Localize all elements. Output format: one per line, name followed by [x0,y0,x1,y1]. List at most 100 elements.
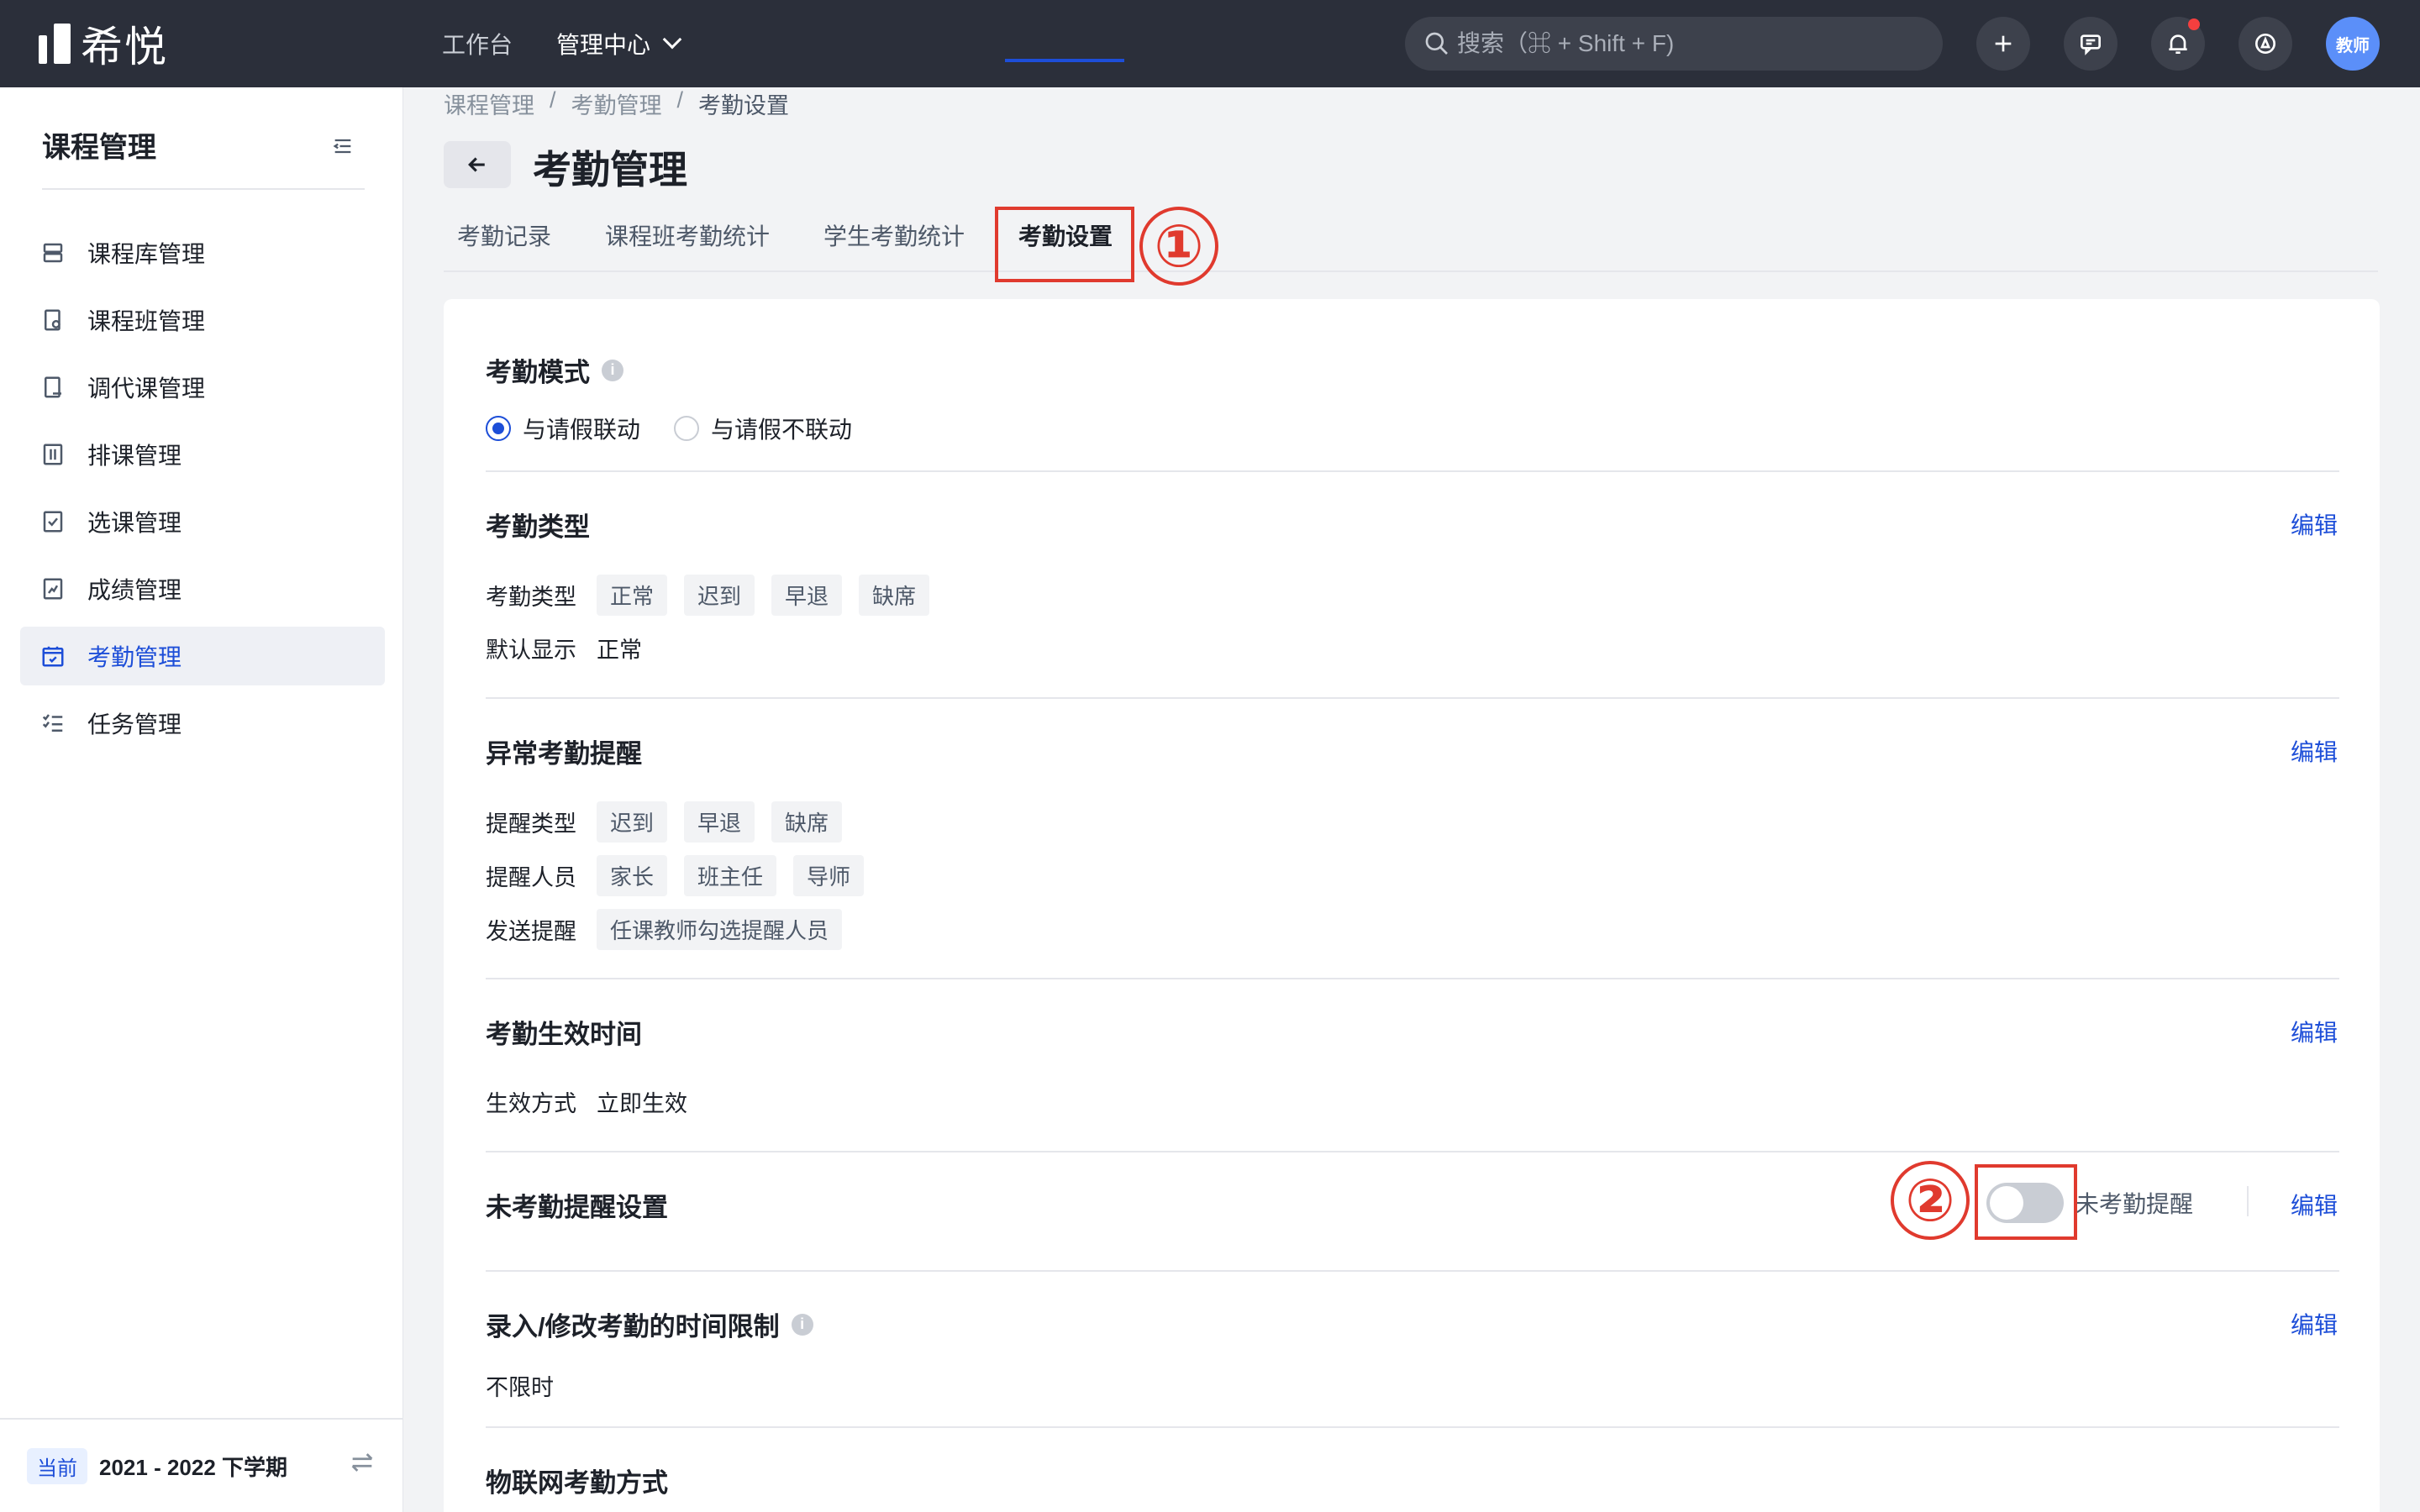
tag: 任课教师勾选提醒人员 [597,909,843,950]
sidebar-item-label: 任务管理 [87,711,182,738]
edit-effective-button[interactable]: 编辑 [2291,1015,2338,1048]
switch-term-icon[interactable] [348,1448,376,1477]
sidebar-item-substitution[interactable]: 调代课管理 [20,358,385,417]
attendance-mode-radio-group: 与请假联动 与请假不联动 [486,412,852,445]
tag: 早退 [771,575,843,616]
row-label: 提醒人员 [486,865,576,890]
sidebar-item-course-class[interactable]: 课程班管理 [20,291,385,349]
server-icon [43,243,63,263]
section-divider [486,1426,2339,1428]
back-button[interactable] [444,141,511,188]
section-divider [486,470,2339,472]
page-title: 考勤管理 [533,148,687,192]
row-label: 默认显示 [486,638,576,663]
row-label: 考勤类型 [486,585,576,610]
edit-reminder-button[interactable]: 编辑 [2291,1188,2338,1221]
limit-value-row: 不限时 [486,1369,554,1402]
logo-text: 希悦 [81,24,168,71]
sidebar-item-scheduling[interactable]: 排课管理 [20,425,385,484]
notifications-button[interactable] [2151,17,2205,71]
notification-dot [2188,18,2200,30]
sidebar-item-course-library[interactable]: 课程库管理 [20,223,385,282]
edit-limit-button[interactable]: 编辑 [2291,1307,2338,1341]
row-value: 正常 [597,638,642,663]
tag: 迟到 [597,801,668,843]
sidebar-item-grades[interactable]: 成绩管理 [20,559,385,618]
collapse-sidebar-icon[interactable] [331,134,355,158]
sidebar-item-label: 成绩管理 [87,577,182,603]
edit-abnormal-button[interactable]: 编辑 [2291,734,2338,768]
row-label: 生效方式 [486,1091,576,1116]
section-divider [486,1151,2339,1152]
reminder-type-row: 提醒类型 迟到 早退 缺席 [486,801,847,843]
plus-icon [1995,35,2012,52]
annotation-box-2 [1975,1164,2077,1240]
radio-unlinked-label[interactable]: 与请假不联动 [711,412,852,445]
tag: 家长 [597,855,668,896]
add-button[interactable] [1976,17,2030,71]
section-mode-title: 考勤模式 i [486,351,623,389]
nav-admin-center[interactable]: 管理中心 [556,27,682,60]
sidebar-item-tasks[interactable]: 任务管理 [20,694,385,753]
row-value: 立即生效 [597,1091,687,1116]
tag: 迟到 [684,575,755,616]
type-row: 考勤类型 正常 迟到 早退 缺席 [486,575,934,616]
search-box[interactable] [1405,17,1943,71]
effective-mode-row: 生效方式 立即生效 [486,1085,687,1118]
radio-linked-label[interactable]: 与请假联动 [523,412,640,445]
section-effective-title: 考勤生效时间 [486,1020,642,1049]
toggle-label: 未考勤提醒 [2075,1191,2194,1217]
section-title-text: 录入/修改考勤的时间限制 [486,1312,780,1341]
app-switch-button[interactable] [2238,17,2292,71]
radio-unlinked[interactable] [674,416,700,441]
tag: 正常 [597,575,668,616]
default-display-row: 默认显示 正常 [486,632,642,664]
tab-class-stats[interactable]: 课程班考勤统计 [605,218,770,252]
section-divider [486,1270,2339,1272]
avatar[interactable]: 教师 [2326,17,2380,71]
section-abnormal-title: 异常考勤提醒 [486,739,642,769]
compass-icon [2255,34,2275,54]
section-reminder-title: 未考勤提醒设置 [486,1193,668,1222]
breadcrumb-item[interactable]: 课程管理 [444,87,534,120]
schedule-icon [43,444,63,465]
breadcrumb-separator: / [676,87,684,113]
active-tab-underline [1005,59,1124,62]
messages-button[interactable] [2064,17,2118,71]
row-value: 不限时 [486,1375,554,1400]
info-icon[interactable]: i [602,359,623,381]
search-icon [1425,32,1448,55]
tag: 班主任 [684,855,777,896]
checklist-icon [43,511,63,533]
section-divider [486,697,2339,699]
breadcrumb-current: 考勤设置 [698,93,790,118]
sidebar-title: 课程管理 [42,132,156,164]
search-input[interactable] [1457,30,1928,57]
sidebar-divider [42,188,365,190]
tag: 缺席 [859,575,930,616]
sidebar-item-attendance[interactable]: 考勤管理 [20,627,385,685]
nav-admin-center-label: 管理中心 [556,32,651,58]
class-icon [45,309,60,331]
sidebar-menu: 课程库管理 课程班管理 调代课管理 排课管理 选课管理 成绩管理 考勤管理 任务… [20,223,385,761]
sidebar-item-course-selection[interactable]: 选课管理 [20,492,385,551]
nav-workbench[interactable]: 工作台 [442,27,513,60]
tab-student-stats[interactable]: 学生考勤统计 [823,218,965,252]
tag: 缺席 [771,801,843,843]
row-label: 提醒类型 [486,811,576,837]
app-logo[interactable]: 希悦 [39,22,168,71]
bell-icon [2169,34,2187,54]
breadcrumb-item[interactable]: 考勤管理 [571,87,662,120]
tab-attendance-records[interactable]: 考勤记录 [457,218,551,252]
sidebar-item-label: 课程库管理 [87,241,206,267]
sidebar-item-label: 排课管理 [87,443,182,469]
edit-type-button[interactable]: 编辑 [2291,507,2338,541]
info-icon[interactable]: i [791,1313,813,1336]
tag: 导师 [793,855,865,896]
radio-linked[interactable] [486,416,511,441]
logo-mark-icon [39,24,71,64]
sidebar-footer-divider [0,1418,403,1420]
sidebar-item-label: 选课管理 [87,510,182,536]
reminder-people-row: 提醒人员 家长 班主任 导师 [486,855,869,896]
section-divider [486,978,2339,979]
